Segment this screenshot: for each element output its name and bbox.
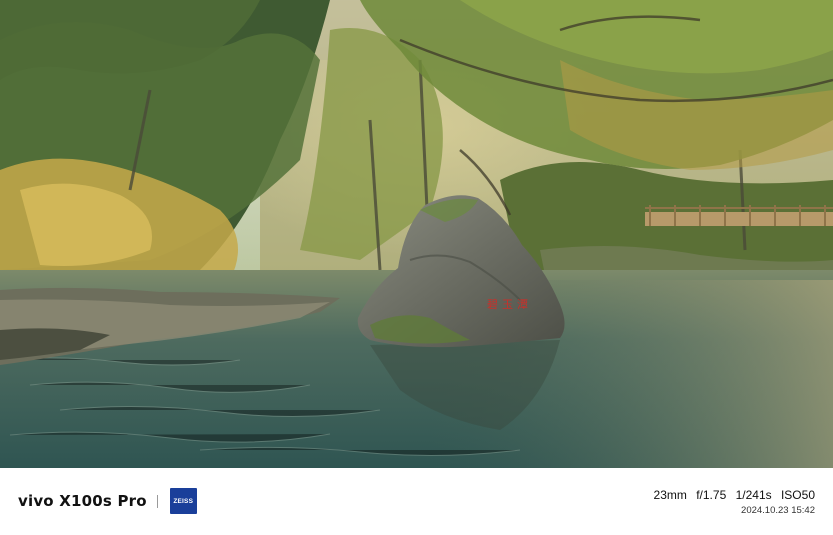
boardwalk: [645, 205, 833, 226]
exif-params: 23mm f/1.75 1/241s ISO50: [654, 488, 815, 502]
photo-scene: 碧玉潭: [0, 0, 833, 468]
camera-watermark-footer: vivo X100s Pro ZEISS 23mm f/1.75 1/241s …: [0, 468, 833, 535]
exif-block: 23mm f/1.75 1/241s ISO50 2024.10.23 15:4…: [654, 488, 815, 516]
zeiss-logo-text: ZEISS: [173, 497, 194, 505]
aperture: f/1.75: [696, 488, 727, 502]
landscape-photo: 碧玉潭: [0, 0, 833, 468]
divider: [156, 494, 158, 508]
capture-datetime: 2024.10.23 15:42: [741, 505, 815, 516]
rock-inscription: 碧玉潭: [487, 298, 532, 311]
brand-block: vivo X100s Pro ZEISS: [18, 488, 197, 514]
focal-length: 23mm: [653, 488, 687, 502]
shutter-speed: 1/241s: [735, 488, 772, 502]
camera-model: vivo X100s Pro: [18, 492, 147, 510]
iso: ISO50: [780, 488, 815, 502]
zeiss-logo-icon: ZEISS: [169, 488, 197, 514]
